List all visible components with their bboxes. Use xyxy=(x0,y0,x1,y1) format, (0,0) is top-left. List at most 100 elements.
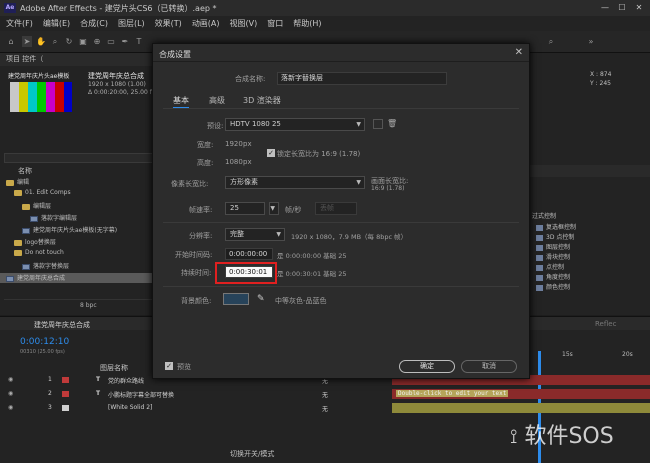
effect-icon xyxy=(536,264,543,271)
workspace-icon[interactable]: » xyxy=(586,36,596,47)
menu-effect[interactable]: 效果(T) xyxy=(155,18,182,29)
name-column-header[interactable]: 名称 xyxy=(4,166,156,175)
project-search-input[interactable] xyxy=(4,153,156,163)
height-value[interactable]: 1080 xyxy=(225,158,243,166)
preview-checkbox[interactable]: ✓ xyxy=(165,362,173,370)
layer-mode[interactable]: 无 xyxy=(322,390,328,399)
layer-row[interactable]: ◉ 2 T 小鹏标题字幕全部可替换 无 xyxy=(0,389,390,399)
hand-tool-icon[interactable]: ✋ xyxy=(36,36,46,47)
eye-icon[interactable]: ◉ xyxy=(8,390,13,397)
effect-item[interactable]: 点控制 xyxy=(536,262,564,271)
bg-color-swatch[interactable] xyxy=(223,293,249,305)
eye-icon[interactable]: ◉ xyxy=(8,376,13,383)
bg-color-name: 中等灰色-品蓝色 xyxy=(275,297,327,305)
ok-button[interactable]: 确定 xyxy=(399,360,455,373)
watermark-logo-icon: ⟟ xyxy=(510,424,518,448)
search-icon[interactable]: ⌕ xyxy=(546,36,556,47)
width-unit: px xyxy=(243,140,252,148)
eyedropper-icon[interactable]: ✎ xyxy=(257,294,265,304)
layer-row[interactable]: ◉ 3 [White Solid 2] 无 xyxy=(0,403,390,413)
tab-basic[interactable]: 基本 xyxy=(173,95,189,108)
pen-tool-icon[interactable]: ✒ xyxy=(120,36,130,47)
home-icon[interactable]: ⌂ xyxy=(6,36,16,47)
zoom-tool-icon[interactable]: ⌕ xyxy=(50,36,60,47)
preview-label: 预览 xyxy=(177,363,191,371)
frame-rate-input[interactable]: 25 xyxy=(225,202,265,215)
effect-item[interactable]: 滑块控制 xyxy=(536,252,570,261)
track-bar[interactable]: Double-click to edit your text xyxy=(392,389,650,399)
pixel-aspect-dropdown[interactable]: 方形像素 ▼ xyxy=(225,176,365,189)
project-row-comp-selected[interactable]: 建党周年庆总合成 xyxy=(0,273,160,283)
close-icon[interactable]: ✕ xyxy=(515,47,523,58)
menu-layer[interactable]: 图层(L) xyxy=(118,18,145,29)
resolution-info: 1920 x 1080，7.9 MB（每 8bpc 帧） xyxy=(291,233,408,241)
start-timecode-info: 是 0:00:00:00 基础 25 xyxy=(277,252,347,260)
timeline-tab[interactable]: 建党周年庆总合成 xyxy=(34,320,90,330)
camera-tool-icon[interactable]: ▣ xyxy=(78,36,88,47)
effect-item[interactable]: 颜色控制 xyxy=(536,282,570,291)
rectangle-tool-icon[interactable]: ▭ xyxy=(106,36,116,47)
menu-file[interactable]: 文件(F) xyxy=(6,18,33,29)
pixel-aspect-label: 像素长宽比: xyxy=(171,180,209,188)
preset-dropdown[interactable]: HDTV 1080 25 ▼ xyxy=(225,118,365,131)
project-row-comp[interactable]: 落款字替换层 xyxy=(22,261,69,271)
tab-3d-renderer[interactable]: 3D 渲染器 xyxy=(243,95,281,106)
menu-composition[interactable]: 合成(C) xyxy=(80,18,108,29)
menu-animation[interactable]: 动画(A) xyxy=(192,18,220,29)
project-row-folder[interactable]: Do not touch xyxy=(14,249,64,259)
layer-name: [White Solid 2] xyxy=(108,404,153,411)
project-row-folder[interactable]: 编辑层 xyxy=(22,201,51,211)
save-preset-icon[interactable] xyxy=(373,119,383,129)
frame-rate-dropdown[interactable]: ▼ xyxy=(269,202,279,215)
selection-tool-icon[interactable]: ➤ xyxy=(22,36,32,47)
menu-view[interactable]: 视图(V) xyxy=(230,18,258,29)
label-color-swatch[interactable] xyxy=(62,391,69,397)
label-color-swatch[interactable] xyxy=(62,405,69,411)
rotate-tool-icon[interactable]: ↻ xyxy=(64,36,74,47)
project-footer: 8 bpc xyxy=(4,299,156,311)
comp-name-input[interactable]: 落新字替换层 xyxy=(277,72,447,85)
width-value[interactable]: 1920 xyxy=(225,140,243,148)
start-timecode-input[interactable]: 0:00:00:00 xyxy=(225,248,273,260)
folder-icon xyxy=(14,239,22,246)
pan-behind-icon[interactable]: ⊕ xyxy=(92,36,102,47)
lock-ratio-checkbox[interactable]: ✓ xyxy=(267,149,275,157)
delete-preset-icon[interactable]: 🗑 xyxy=(387,119,397,129)
effect-icon xyxy=(536,234,543,241)
project-row-folder[interactable]: 编辑 xyxy=(6,177,29,187)
effects-group-label[interactable]: 过式控制 xyxy=(532,211,556,220)
effect-item[interactable]: 3D 点控制 xyxy=(536,232,574,241)
label-color-swatch[interactable] xyxy=(62,377,69,383)
project-row-folder[interactable]: 01. Edit Comps xyxy=(14,189,71,199)
track-bar[interactable] xyxy=(392,403,650,413)
comp-icon xyxy=(30,215,38,222)
duration-input[interactable]: 0:00:30:01 xyxy=(225,266,273,278)
effect-item[interactable]: 图层控制 xyxy=(536,242,570,251)
project-row-folder[interactable]: logo替换层 xyxy=(14,237,56,247)
preset-label: 预设: xyxy=(207,122,224,130)
fps-unit: 帧/秒 xyxy=(285,206,302,214)
minimize-icon[interactable]: — xyxy=(598,2,612,14)
text-tool-icon[interactable]: T xyxy=(134,36,144,47)
cancel-button[interactable]: 取消 xyxy=(461,360,517,373)
timeline-timecode[interactable]: 0:00:12:10 xyxy=(20,337,69,347)
project-row-comp[interactable]: 落款字编辑层 xyxy=(30,213,77,223)
menu-window[interactable]: 窗口 xyxy=(267,18,283,29)
layer-name-header[interactable]: 图层名称 xyxy=(100,363,128,373)
menu-help[interactable]: 帮助(H) xyxy=(293,18,321,29)
project-row-comp[interactable]: 建党周年庆片头ae模板(无字幕) xyxy=(22,225,117,235)
maximize-icon[interactable]: ☐ xyxy=(615,2,629,14)
bpc-label[interactable]: 8 bpc xyxy=(80,302,97,309)
project-thumb-caption: 建党周年庆片头ae模板 xyxy=(8,73,70,80)
layer-mode[interactable]: 无 xyxy=(322,404,328,413)
toggle-switches-modes[interactable]: 切换开关/模式 xyxy=(230,449,274,459)
close-window-icon[interactable]: ✕ xyxy=(632,2,646,14)
project-panel-header[interactable]: 项目 控件（ xyxy=(0,53,160,66)
effect-item[interactable]: 复选框控制 xyxy=(536,222,576,231)
effect-item[interactable]: 角度控制 xyxy=(536,272,570,281)
resolution-dropdown[interactable]: 完整 ▼ xyxy=(225,228,285,241)
tab-advanced[interactable]: 高级 xyxy=(209,95,225,106)
title-bar: Ae Adobe After Effects - 建党片头CS6（已转换）.ae… xyxy=(0,0,650,16)
menu-edit[interactable]: 编辑(E) xyxy=(43,18,70,29)
eye-icon[interactable]: ◉ xyxy=(8,404,13,411)
